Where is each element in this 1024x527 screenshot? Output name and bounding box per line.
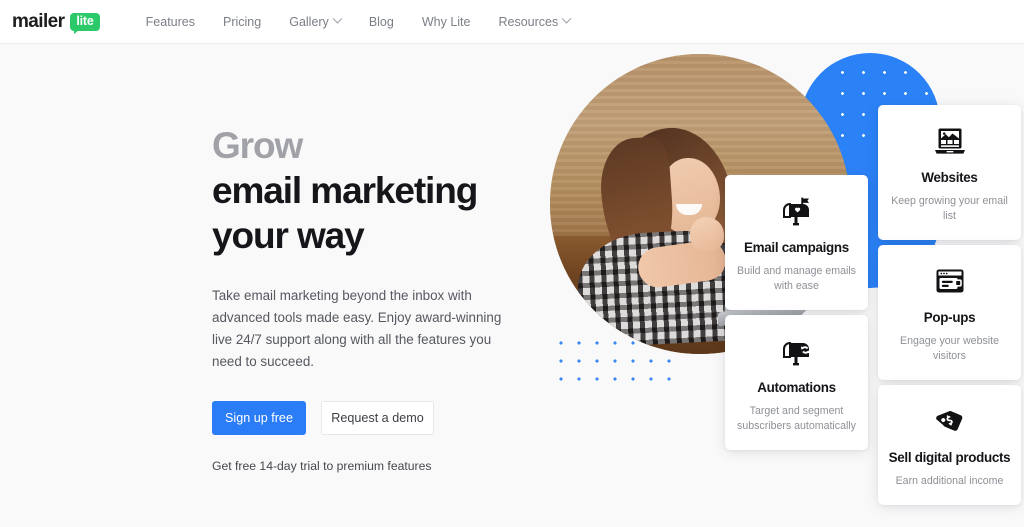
nav-label: Why Lite (421, 14, 471, 29)
price-tag-dollar-icon (888, 403, 1011, 439)
logo-wordmark: mailer (12, 11, 65, 32)
card-title: Websites (921, 170, 978, 185)
signup-free-button[interactable]: Sign up free (212, 401, 306, 435)
logo-badge-label: lite (70, 13, 100, 31)
hero-subtext: Take email marketing beyond the inbox wi… (212, 288, 502, 369)
trial-note: Get free 14-day trial to premium feature… (212, 459, 432, 473)
logo-badge-tail (74, 29, 80, 34)
nav-item-why-lite[interactable]: Why Lite (408, 9, 485, 35)
headline-line-2: email marketing (212, 170, 478, 211)
hero-copy: Grow email marketing your way Take email… (212, 123, 522, 473)
card-title: Email campaigns (744, 240, 849, 255)
mailbox-sync-icon (735, 333, 858, 369)
mailbox-heart-icon (735, 193, 858, 229)
feature-card-email-campaigns[interactable]: Email campaigns Build and manage emails … (725, 175, 868, 310)
nav-item-resources[interactable]: Resources (484, 9, 584, 35)
nav-label: Blog (368, 14, 394, 29)
nav-item-gallery[interactable]: Gallery (275, 9, 355, 35)
card-title: Automations (757, 380, 836, 395)
card-description: Target and segment subscribers automatic… (737, 405, 856, 432)
browser-popup-icon (888, 263, 1011, 299)
logo-badge: lite (70, 12, 100, 34)
headline-line-3: your way (212, 215, 365, 256)
logo-mailerlite[interactable]: mailer lite (12, 11, 100, 34)
nav-item-blog[interactable]: Blog (355, 9, 408, 35)
card-title: Sell digital products (888, 450, 1011, 465)
photo-person-hand (690, 217, 724, 251)
request-demo-button[interactable]: Request a demo (321, 401, 434, 435)
nav-label: Features (145, 14, 195, 29)
cta-row: Sign up free Request a demo (212, 401, 522, 435)
card-description: Earn additional income (895, 475, 1004, 487)
main-nav: Features Pricing Gallery Blog Why Lite R… (132, 9, 585, 35)
feature-card-popups[interactable]: Pop-ups Engage your website visitors (878, 245, 1021, 380)
hero-section: Grow email marketing your way Take email… (0, 44, 1024, 527)
card-description: Engage your website visitors (900, 335, 999, 362)
nav-item-pricing[interactable]: Pricing (209, 9, 275, 35)
page-title: Grow email marketing your way (212, 123, 522, 258)
site-header: mailer lite Features Pricing Gallery Blo… (0, 0, 1024, 44)
card-description: Keep growing your email list (891, 195, 1008, 222)
feature-card-sell-digital-products[interactable]: Sell digital products Earn additional in… (878, 385, 1021, 505)
card-description: Build and manage emails with ease (737, 265, 856, 292)
nav-item-features[interactable]: Features (132, 9, 209, 35)
headline-line-1: Grow (212, 125, 303, 166)
nav-label: Resources (498, 14, 559, 29)
chevron-down-icon (332, 13, 343, 24)
nav-label: Pricing (223, 14, 262, 29)
chevron-down-icon (561, 13, 572, 24)
laptop-website-icon (888, 123, 1011, 159)
feature-card-automations[interactable]: Automations Target and segment subscribe… (725, 315, 868, 450)
card-title: Pop-ups (923, 310, 976, 325)
hero-visual: Email campaigns Build and manage emails … (520, 44, 1024, 527)
nav-label: Gallery (289, 14, 329, 29)
feature-card-websites[interactable]: Websites Keep growing your email list (878, 105, 1021, 240)
